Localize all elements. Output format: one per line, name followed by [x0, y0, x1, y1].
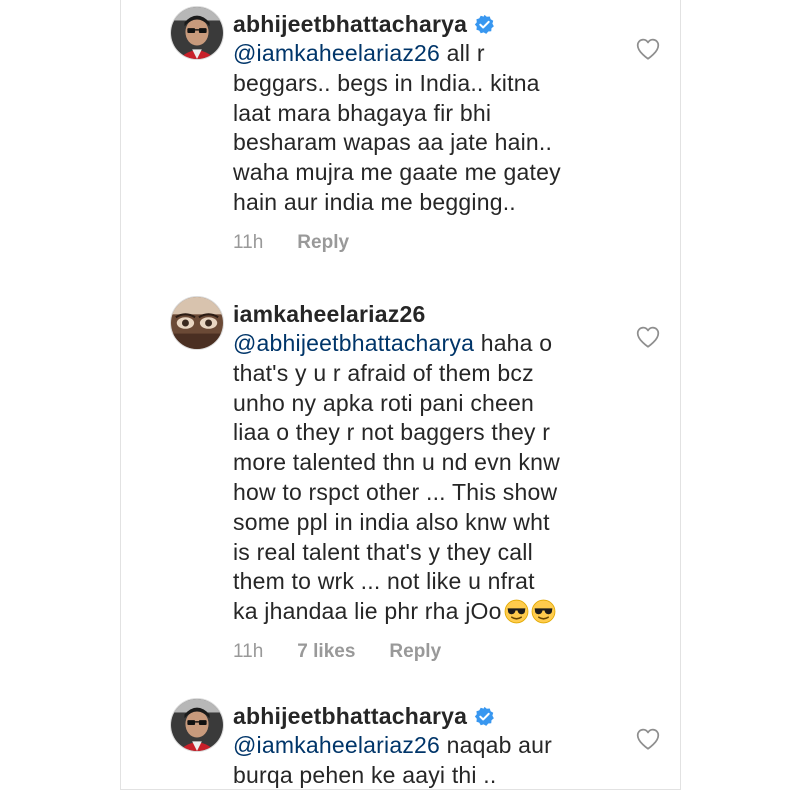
timestamp: 11h — [233, 231, 264, 253]
mention-link[interactable]: @iamkaheelariaz26 — [233, 732, 440, 758]
sunglasses-emoji-icon — [504, 599, 528, 624]
mention-link[interactable]: @iamkaheelariaz26 — [233, 40, 440, 66]
avatar-iamkaheel-icon — [171, 297, 223, 349]
likes-count[interactable]: 7 likes — [297, 641, 355, 663]
comment-text: @abhijeetbhattacharya haha o that's y u … — [233, 330, 560, 625]
sunglasses-emoji-icon — [531, 599, 555, 624]
username[interactable]: abhijeetbhattacharya — [233, 703, 467, 730]
comment-text: @iamkaheelariaz26 naqab aur burqa pehen … — [233, 732, 553, 788]
avatar[interactable] — [170, 6, 224, 60]
avatar[interactable] — [170, 296, 224, 350]
comment-meta: 11h 7 likes Reply — [233, 641, 613, 663]
username[interactable]: abhijeetbhattacharya — [233, 11, 467, 38]
avatar[interactable] — [170, 698, 224, 752]
comment-text: @iamkaheelariaz26 all r beggars.. begs i… — [233, 40, 561, 215]
verified-badge-icon — [474, 706, 494, 726]
comment-meta: 11h Reply — [233, 232, 613, 254]
verified-badge-icon — [474, 14, 494, 34]
like-heart-icon[interactable] — [635, 36, 661, 62]
like-heart-icon[interactable] — [635, 324, 661, 350]
avatar-abhijeet-icon — [171, 7, 223, 59]
timestamp: 11h — [233, 640, 264, 662]
mention-link[interactable]: @abhijeetbhattacharya — [233, 330, 474, 356]
reply-button[interactable]: Reply — [297, 232, 349, 254]
username[interactable]: iamkaheelariaz26 — [233, 301, 425, 328]
like-heart-icon[interactable] — [635, 726, 661, 752]
avatar-abhijeet-icon — [171, 699, 223, 751]
reply-button[interactable]: Reply — [389, 641, 441, 663]
